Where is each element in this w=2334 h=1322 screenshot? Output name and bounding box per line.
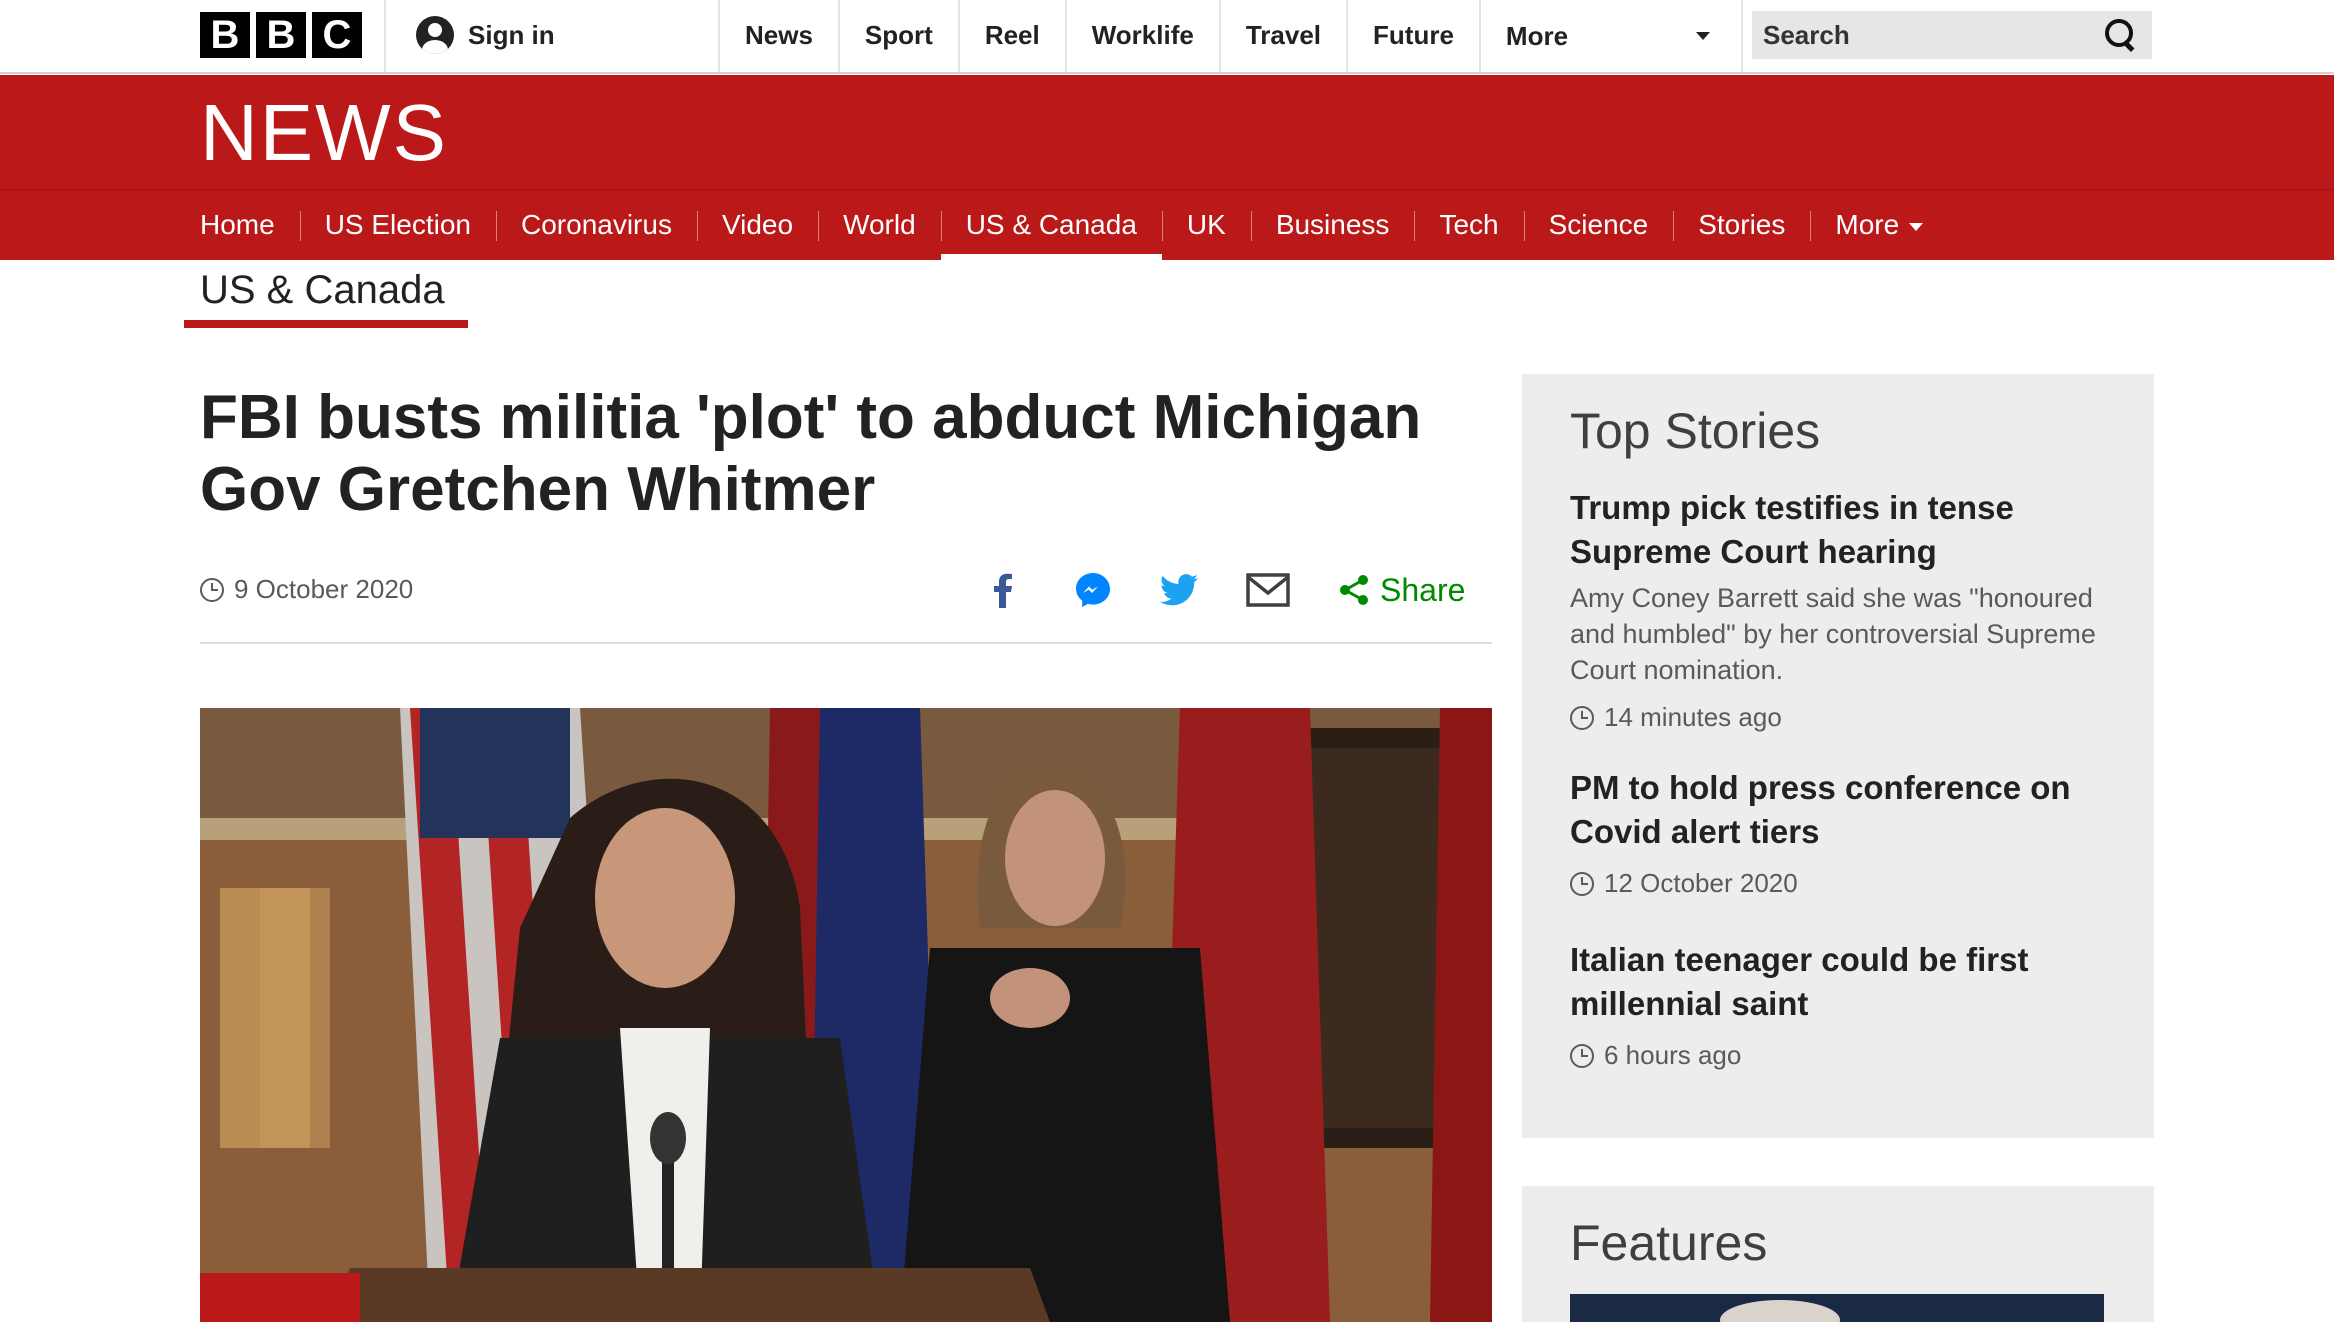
clock-icon	[1570, 705, 1594, 730]
caret-down-icon	[1695, 32, 1710, 40]
section-underline	[184, 320, 468, 328]
article-headline: FBI busts militia 'plot' to abduct Michi…	[200, 383, 1422, 524]
bbc-global-bar: B B C Sign in News Sport Reel Worklife T…	[0, 0, 2334, 74]
search-placeholder: Search	[1763, 19, 1850, 50]
twitter-icon[interactable]	[1160, 566, 1198, 614]
divider	[200, 642, 1492, 644]
top-story-time: 14 minutes ago	[1570, 702, 2130, 733]
bbc-logo-letter: B	[200, 12, 250, 58]
bbc-logo-letter: B	[256, 12, 306, 58]
top-stories-panel: Top Stories Trump pick testifies in tens…	[1522, 374, 2154, 1138]
top-story-time: 12 October 2020	[1570, 868, 2130, 899]
clock-icon	[200, 577, 224, 602]
sign-in-link[interactable]: Sign in	[416, 16, 555, 54]
news-nav-video[interactable]: Video	[696, 190, 818, 260]
global-nav-travel[interactable]: Travel	[1218, 0, 1346, 72]
feature-thumbnail[interactable]	[1570, 1294, 2104, 1322]
sign-in-label: Sign in	[468, 19, 555, 50]
news-nav-us-election[interactable]: US Election	[299, 190, 496, 260]
share-icon	[1340, 575, 1368, 605]
global-nav-reel[interactable]: Reel	[957, 0, 1065, 72]
media-badge[interactable]	[200, 1273, 360, 1322]
news-nav: Home US Election Coronavirus Video World…	[0, 189, 2334, 260]
share-tools: Share	[980, 566, 1465, 614]
top-story-headline[interactable]: PM to hold press conference on Covid ale…	[1570, 766, 2130, 854]
top-story-time-text: 6 hours ago	[1604, 1040, 1742, 1070]
article-date-text: 9 October 2020	[234, 574, 414, 604]
features-title: Features	[1570, 1215, 1768, 1271]
facebook-icon[interactable]	[992, 566, 1014, 614]
features-panel: Features	[1522, 1186, 2154, 1322]
news-nav-business[interactable]: Business	[1250, 190, 1415, 260]
top-story-time-text: 14 minutes ago	[1604, 702, 1782, 732]
caret-down-icon	[1909, 222, 1924, 231]
news-nav-coronavirus[interactable]: Coronavirus	[496, 190, 697, 260]
section-title[interactable]: US & Canada	[200, 268, 445, 313]
news-nav-more-label: More	[1835, 209, 1900, 240]
email-icon[interactable]	[1246, 566, 1290, 614]
top-story-item[interactable]: Italian teenager could be first millenni…	[1570, 938, 2130, 1071]
global-nav-more[interactable]: More	[1478, 0, 1743, 72]
bbc-logo[interactable]: B B C	[200, 12, 362, 58]
news-nav-stories[interactable]: Stories	[1673, 190, 1810, 260]
news-nav-science[interactable]: Science	[1523, 190, 1674, 260]
news-nav-more[interactable]: More	[1810, 190, 1948, 260]
global-nav-future[interactable]: Future	[1346, 0, 1479, 72]
clock-icon	[1570, 1043, 1594, 1068]
messenger-icon[interactable]	[1074, 566, 1112, 614]
global-nav-sport[interactable]: Sport	[837, 0, 958, 72]
global-nav-worklife[interactable]: Worklife	[1064, 0, 1219, 72]
share-label: Share	[1380, 571, 1466, 608]
bbc-global-nav: News Sport Reel Worklife Travel Future M…	[718, 0, 1743, 72]
bbc-logo-letter: C	[312, 12, 362, 58]
news-nav-home[interactable]: Home	[200, 190, 300, 260]
news-masthead: NEWS	[0, 75, 2334, 189]
search-icon[interactable]	[2104, 18, 2138, 52]
global-nav-more-label: More	[1505, 21, 1569, 51]
top-story-item[interactable]: Trump pick testifies in tense Supreme Co…	[1570, 486, 2130, 733]
top-story-summary: Amy Coney Barrett said she was "honoured…	[1570, 583, 2096, 685]
news-logo[interactable]: NEWS	[200, 93, 448, 173]
top-story-item[interactable]: PM to hold press conference on Covid ale…	[1570, 766, 2130, 899]
share-button[interactable]: Share	[1338, 566, 1465, 614]
user-icon	[416, 16, 454, 54]
news-nav-us-canada[interactable]: US & Canada	[940, 190, 1163, 260]
top-story-headline[interactable]: Trump pick testifies in tense Supreme Co…	[1570, 486, 2130, 574]
top-story-headline[interactable]: Italian teenager could be first millenni…	[1570, 938, 2130, 1026]
divider	[384, 0, 386, 72]
top-story-time-text: 12 October 2020	[1604, 868, 1798, 898]
news-nav-uk[interactable]: UK	[1161, 190, 1251, 260]
news-nav-world[interactable]: World	[818, 190, 941, 260]
global-nav-news[interactable]: News	[718, 0, 838, 72]
clock-icon	[1570, 871, 1594, 896]
search-input[interactable]: Search	[1752, 11, 2152, 59]
article-date: 9 October 2020	[200, 574, 413, 605]
article-photo	[200, 708, 1492, 1322]
news-nav-tech[interactable]: Tech	[1414, 190, 1523, 260]
top-stories-title: Top Stories	[1570, 403, 1821, 459]
top-story-time: 6 hours ago	[1570, 1040, 2130, 1071]
